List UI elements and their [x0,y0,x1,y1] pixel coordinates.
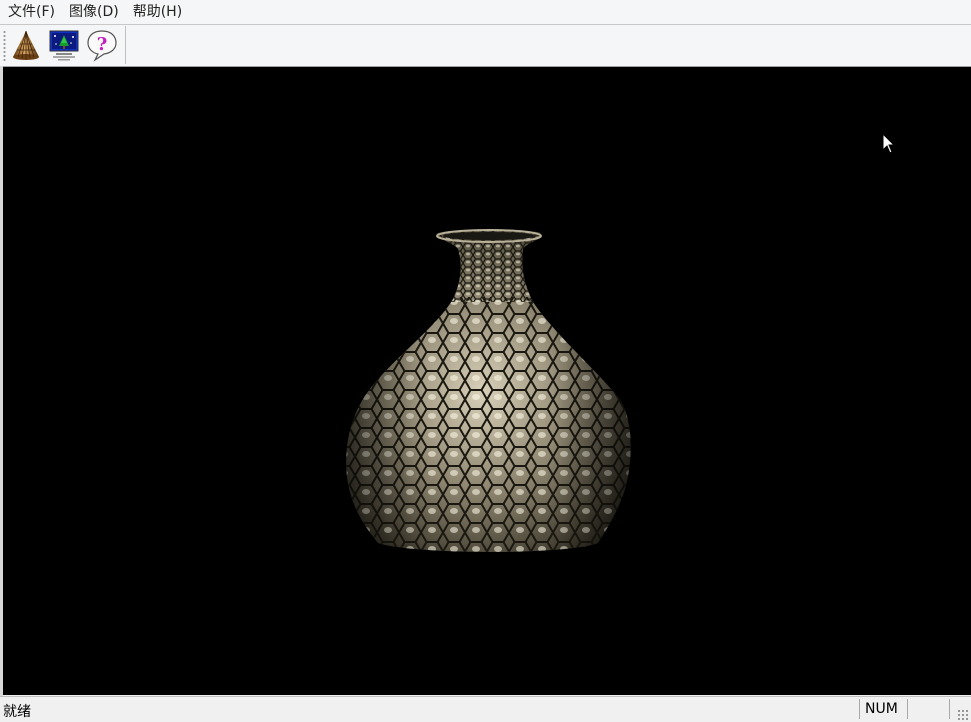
toolbar-button-group: ? [8,26,126,64]
svg-text:?: ? [97,34,108,55]
help-button[interactable]: ? [84,27,120,63]
cone-button[interactable] [8,27,44,63]
help-balloon-icon: ? [87,30,117,62]
application-window: 文件(F) 图像(D) 帮助(H) ? 就绪 NUM [0,0,971,722]
display-scene-icon [49,30,79,61]
status-pane-empty-2 [949,699,950,719]
menu-help[interactable]: 帮助(H) [126,1,189,23]
resize-grip[interactable] [957,709,969,721]
num-lock-indicator: NUM [859,699,911,719]
toolbar-grip[interactable] [3,30,6,62]
status-bar: 就绪 NUM [0,696,971,722]
cone-model-icon [13,30,39,60]
menu-bar: 文件(F) 图像(D) 帮助(H) [0,0,971,25]
menu-file[interactable]: 文件(F) [0,1,62,23]
vase-model [346,229,631,552]
status-text: 就绪 [3,704,31,720]
menu-image[interactable]: 图像(D) [62,1,126,23]
render-viewport[interactable] [3,67,971,695]
status-pane-empty [907,699,948,719]
mouse-cursor-icon [882,133,896,154]
display-button[interactable] [46,27,82,63]
toolbar: ? [0,25,971,67]
